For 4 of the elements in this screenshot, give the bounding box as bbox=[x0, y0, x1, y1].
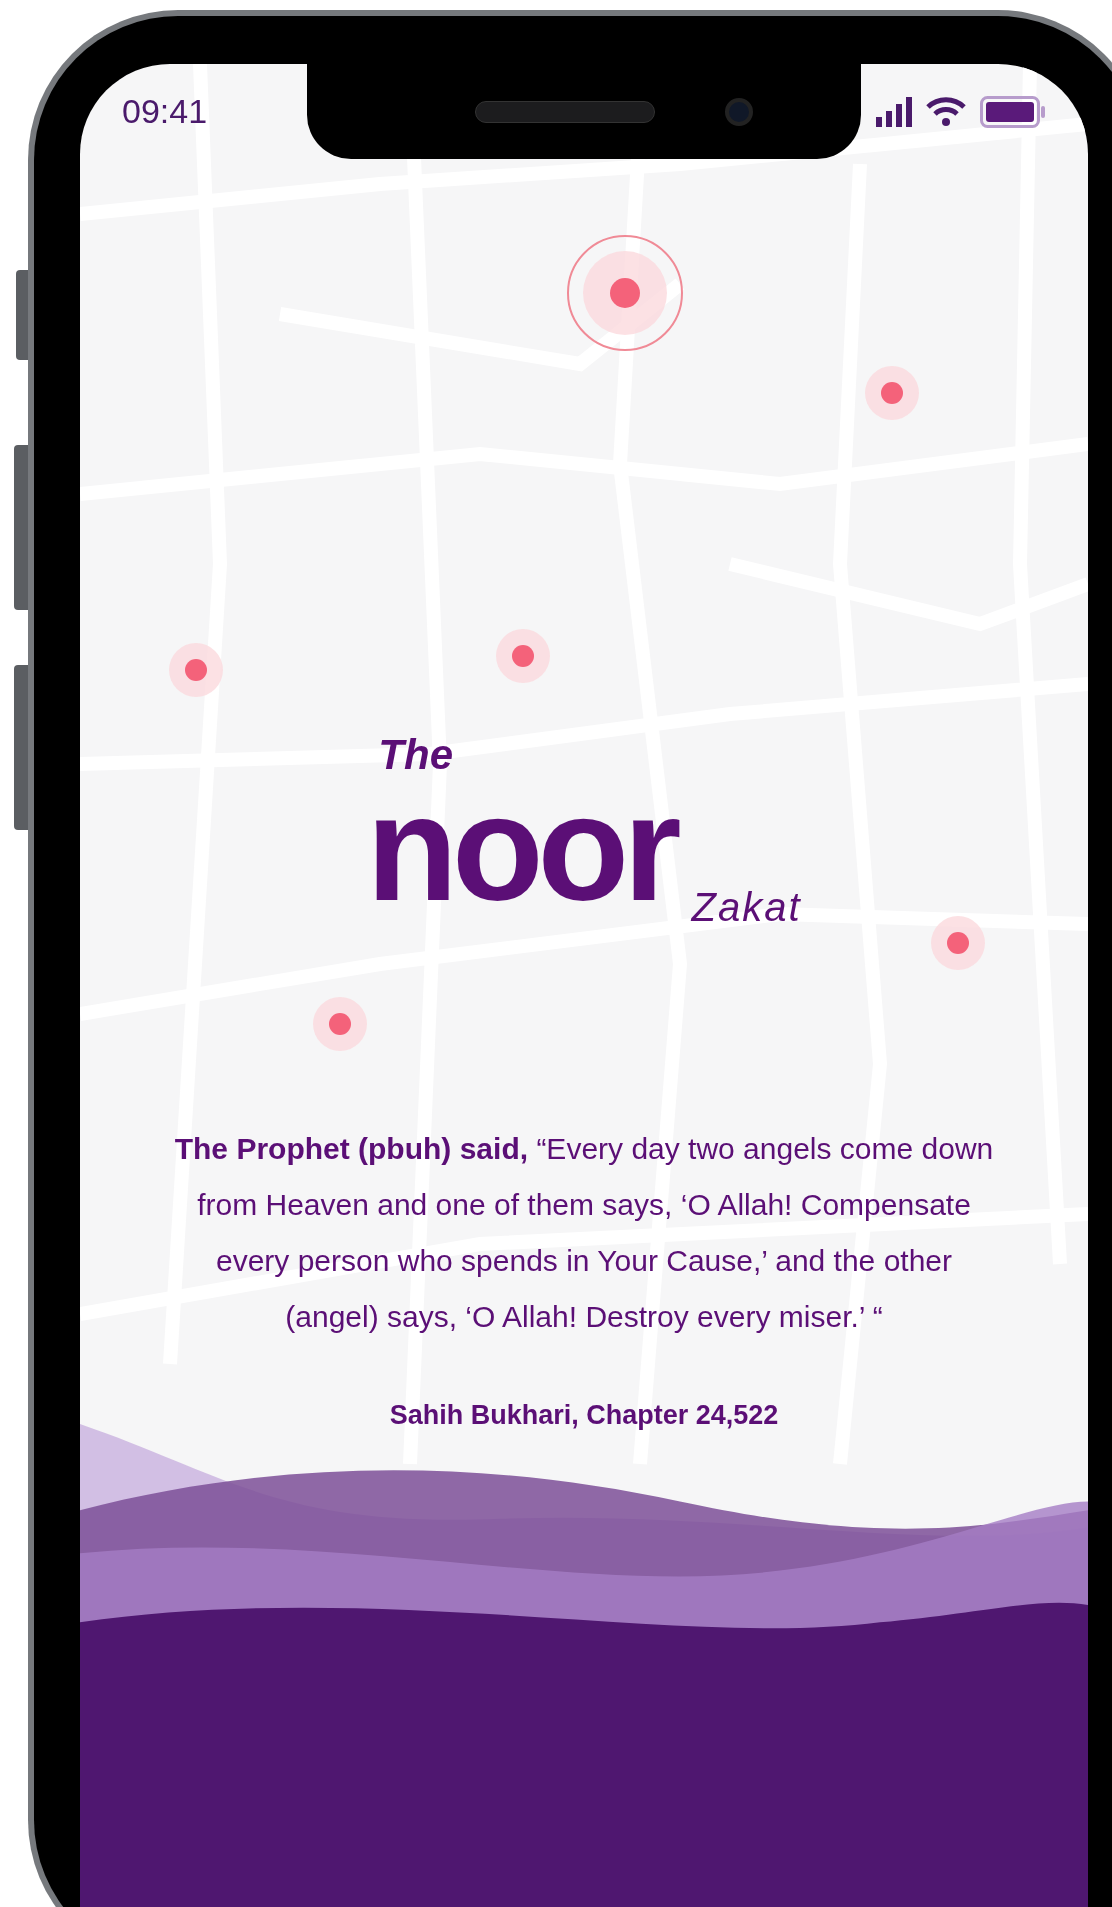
hadith-source: Sahih Bukhari, Chapter 24,522 bbox=[389, 1399, 779, 1432]
logo-tagline: Zakat bbox=[691, 887, 802, 927]
status-time: 09:41 bbox=[122, 91, 208, 132]
hadith-quote: The Prophet (pbuh) said, “Every day two angels come down from Heaven and one of them says, ‘O Allah! Compensate every person who spends in Your Cause,’ and the other (angel) says, ‘O Allah! Destroy every miser.’ “ bbox=[174, 1131, 994, 1335]
